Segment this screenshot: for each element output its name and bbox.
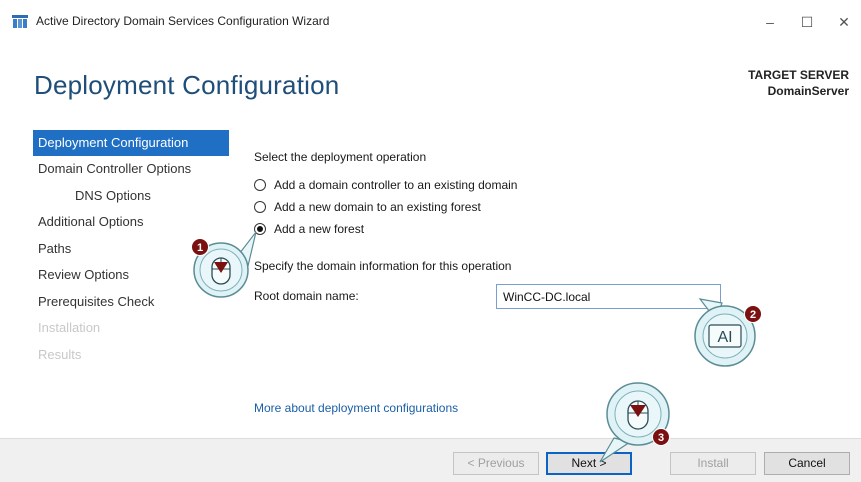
step-badge-1: 1 [191, 238, 209, 256]
option-add-new-forest[interactable]: Add a new forest [254, 222, 364, 236]
option-label: Add a new forest [274, 222, 365, 236]
step-badge-3: 3 [652, 428, 670, 446]
previous-button[interactable]: < Previous [453, 452, 539, 475]
sidebar-item-review-options[interactable]: Review Options [33, 262, 229, 289]
target-server-value: DomainServer [767, 84, 849, 98]
option-add-dc-existing-domain[interactable]: Add a domain controller to an existing d… [254, 178, 517, 192]
sidebar-item-deployment-configuration[interactable]: Deployment Configuration [33, 130, 229, 156]
page-title: Deployment Configuration [34, 70, 340, 100]
radio-button[interactable] [254, 179, 266, 191]
next-button[interactable]: Next > [546, 452, 632, 475]
window-title: Active Directory Domain Services Configu… [36, 14, 330, 28]
install-button[interactable]: Install [670, 452, 756, 475]
option-add-domain-existing-forest[interactable]: Add a new domain to an existing forest [254, 200, 481, 214]
text-cursor-glyph: AI [717, 329, 732, 346]
cancel-button[interactable]: Cancel [764, 452, 850, 475]
root-domain-input[interactable] [496, 284, 721, 309]
wizard-footer: < Previous Next > Install Cancel [0, 438, 861, 482]
root-domain-label: Root domain name: [254, 289, 359, 303]
radio-button-selected[interactable] [254, 223, 266, 235]
radio-button[interactable] [254, 201, 266, 213]
sidebar-item-prerequisites-check[interactable]: Prerequisites Check [33, 289, 229, 316]
mouse-icon [627, 400, 649, 430]
sidebar-item-domain-controller-options[interactable]: Domain Controller Options [33, 156, 229, 183]
sidebar-item-additional-options[interactable]: Additional Options [33, 209, 229, 236]
option-label: Add a new domain to an existing forest [274, 200, 481, 214]
sidebar-item-installation: Installation [38, 320, 101, 335]
title-bar: Active Directory Domain Services Configu… [0, 0, 861, 48]
domain-info-heading: Specify the domain information for this … [254, 259, 512, 273]
ad-ds-app-icon [12, 15, 28, 28]
close-button[interactable]: ✕ [832, 10, 856, 34]
target-server-label: TARGET SERVER [748, 68, 849, 82]
sidebar-item-results: Results [38, 346, 82, 362]
maximize-button[interactable]: ☐ [795, 10, 819, 34]
text-cursor-icon: AI [708, 324, 742, 348]
minimize-button[interactable]: – [758, 10, 782, 34]
more-about-deployment-link[interactable]: More about deployment configurations [254, 401, 458, 415]
deployment-operation-prompt: Select the deployment operation [254, 150, 427, 164]
option-label: Add a domain controller to an existing d… [274, 178, 518, 192]
step-badge-2: 2 [744, 305, 762, 323]
sidebar-item-dns-options[interactable]: DNS Options [33, 183, 229, 210]
